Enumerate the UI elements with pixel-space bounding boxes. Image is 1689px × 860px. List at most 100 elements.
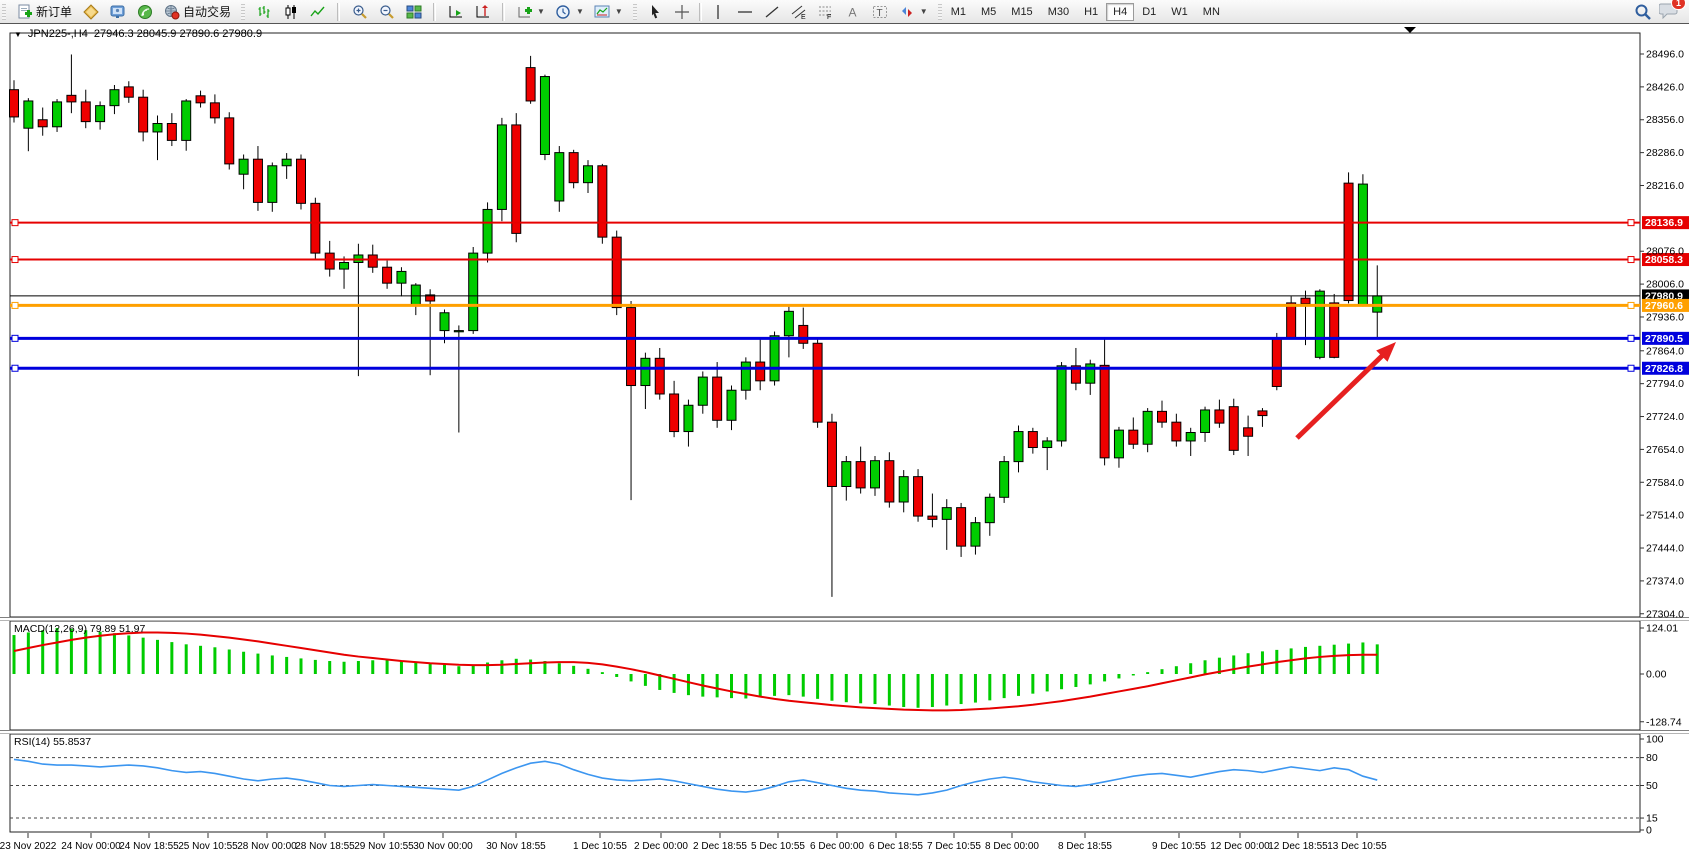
chart-dropdown-icon[interactable]: ▼ (14, 30, 22, 39)
hline-handle[interactable] (12, 365, 18, 371)
time-tick-label: 2 Dec 00:00 (634, 841, 688, 852)
equidistant-channel-button[interactable]: E (786, 1, 813, 22)
hline-handle[interactable] (1628, 220, 1634, 226)
hline-handle[interactable] (1628, 365, 1634, 371)
price-tick-label: 27724.0 (1646, 411, 1684, 423)
bar-chart-button[interactable] (250, 1, 277, 22)
horizontal-lines[interactable]: 28136.928058.327980.927960.627890.527826… (10, 216, 1689, 375)
toolbar-grip[interactable] (633, 4, 637, 20)
time-tick-label: 5 Dec 10:55 (751, 841, 805, 852)
hline-handle[interactable] (1628, 302, 1634, 308)
price-pane (10, 33, 1640, 617)
time-tick-label: 1 Dec 10:55 (573, 841, 627, 852)
timeframe-h4-button[interactable]: H4 (1106, 3, 1134, 21)
signals-button[interactable] (131, 1, 158, 22)
text-label-button[interactable]: T (867, 1, 894, 22)
search-icon[interactable] (1634, 3, 1651, 20)
notification-badge: 1 (1671, 0, 1686, 10)
arrows-button[interactable]: ▼ (894, 1, 933, 22)
timeframe-w1-button[interactable]: W1 (1164, 3, 1195, 21)
new-order-label: 新订单 (36, 3, 72, 20)
fibonacci-button[interactable]: F (813, 1, 840, 22)
hline-handle[interactable] (12, 335, 18, 341)
hline-handle[interactable] (12, 302, 18, 308)
trendline-icon (764, 3, 781, 20)
crosshair-button[interactable] (669, 1, 696, 22)
macd-axis-label: 0.00 (1646, 669, 1667, 681)
line-chart-button[interactable] (304, 1, 331, 22)
price-tick-label: 28006.0 (1646, 279, 1684, 291)
tile-windows-button[interactable] (400, 1, 427, 22)
cursor-button[interactable] (642, 1, 669, 22)
time-tick-label: 6 Dec 00:00 (810, 841, 864, 852)
timeframe-m5-button[interactable]: M5 (974, 3, 1003, 21)
equidistant-channel-icon: E (791, 3, 808, 20)
chevron-down-icon: ▼ (537, 7, 545, 16)
chart-shift-marker-icon[interactable] (1404, 27, 1416, 33)
hline-handle[interactable] (12, 257, 18, 263)
price-tick-label: 27654.0 (1646, 444, 1684, 456)
svg-text:T: T (877, 8, 883, 19)
timeframe-d1-button[interactable]: D1 (1135, 3, 1163, 21)
price-tick-label: 27304.0 (1646, 608, 1684, 620)
chart-type-group (247, 0, 334, 23)
timeframe-m30-button[interactable]: M30 (1041, 3, 1076, 21)
tile-windows-icon (405, 3, 422, 20)
arrow-annotation[interactable] (1297, 342, 1396, 438)
timeframe-mn-button[interactable]: MN (1196, 3, 1227, 21)
svg-text:F: F (827, 14, 831, 20)
chat-button[interactable]: 1 (1659, 1, 1679, 22)
toolbar-grip[interactable] (241, 4, 245, 20)
market-icon (109, 3, 126, 20)
chevron-down-icon: ▼ (615, 7, 623, 16)
hline-handle[interactable] (1628, 335, 1634, 341)
toolbar-grip[interactable] (2, 4, 6, 20)
periods-clock-icon (555, 3, 572, 20)
rsi-indicator: 1008050150 (10, 734, 1664, 837)
candlestick-icon (282, 3, 299, 20)
templates-button[interactable]: ▼ (589, 1, 628, 22)
time-tick-label: 8 Dec 00:00 (985, 841, 1039, 852)
new-order-button[interactable]: 新订单 (11, 1, 77, 22)
zoom-in-icon (351, 3, 368, 20)
time-axis[interactable]: 23 Nov 202224 Nov 00:0024 Nov 18:5525 No… (0, 833, 1387, 852)
chart-ohlc-values: 27946.3 28045.9 27890.6 27980.9 (94, 28, 262, 40)
time-tick-label: 25 Nov 10:55 (178, 841, 238, 852)
text-icon: A (845, 3, 862, 20)
text-button[interactable]: A (840, 1, 867, 22)
price-tick-label: 27444.0 (1646, 543, 1684, 555)
time-tick-label: 23 Nov 2022 (0, 841, 57, 852)
autotrading-button[interactable]: 自动交易 (158, 1, 236, 22)
auto-scroll-button[interactable] (442, 1, 469, 22)
templates-icon (594, 3, 611, 20)
indicators-button[interactable]: ▼ (511, 1, 550, 22)
time-tick-label: 24 Nov 00:00 (61, 841, 121, 852)
metaeditor-button[interactable] (77, 1, 104, 22)
price-tick-label: 27864.0 (1646, 345, 1684, 357)
hline-handle[interactable] (1628, 257, 1634, 263)
time-tick-label: 30 Nov 00:00 (413, 841, 473, 852)
chart-canvas[interactable]: 28136.928058.327980.927960.627890.527826… (0, 24, 1689, 860)
time-tick-label: 8 Dec 18:55 (1058, 841, 1112, 852)
time-tick-label: 12 Dec 18:55 (1268, 841, 1328, 852)
toolbar-grip[interactable] (938, 4, 942, 20)
periods-button[interactable]: ▼ (550, 1, 589, 22)
timeframe-m1-button[interactable]: M1 (944, 3, 973, 21)
signals-icon (136, 3, 153, 20)
chart-shift-button[interactable] (469, 1, 496, 22)
time-tick-label: 12 Dec 00:00 (1210, 841, 1270, 852)
vertical-line-button[interactable] (705, 1, 732, 22)
market-button[interactable] (104, 1, 131, 22)
candlestick-button[interactable] (277, 1, 304, 22)
price-tick-label: 28286.0 (1646, 147, 1684, 159)
zoom-in-button[interactable] (346, 1, 373, 22)
chevron-down-icon: ▼ (576, 7, 584, 16)
zoom-out-button[interactable] (373, 1, 400, 22)
hline-handle[interactable] (12, 220, 18, 226)
price-tag-value: 27960.6 (1645, 300, 1683, 312)
trendline-button[interactable] (759, 1, 786, 22)
timeframe-m15-button[interactable]: M15 (1004, 3, 1039, 21)
chart-symbol-period: JPN225-,H4 (28, 28, 88, 40)
timeframe-h1-button[interactable]: H1 (1077, 3, 1105, 21)
horizontal-line-button[interactable] (732, 1, 759, 22)
